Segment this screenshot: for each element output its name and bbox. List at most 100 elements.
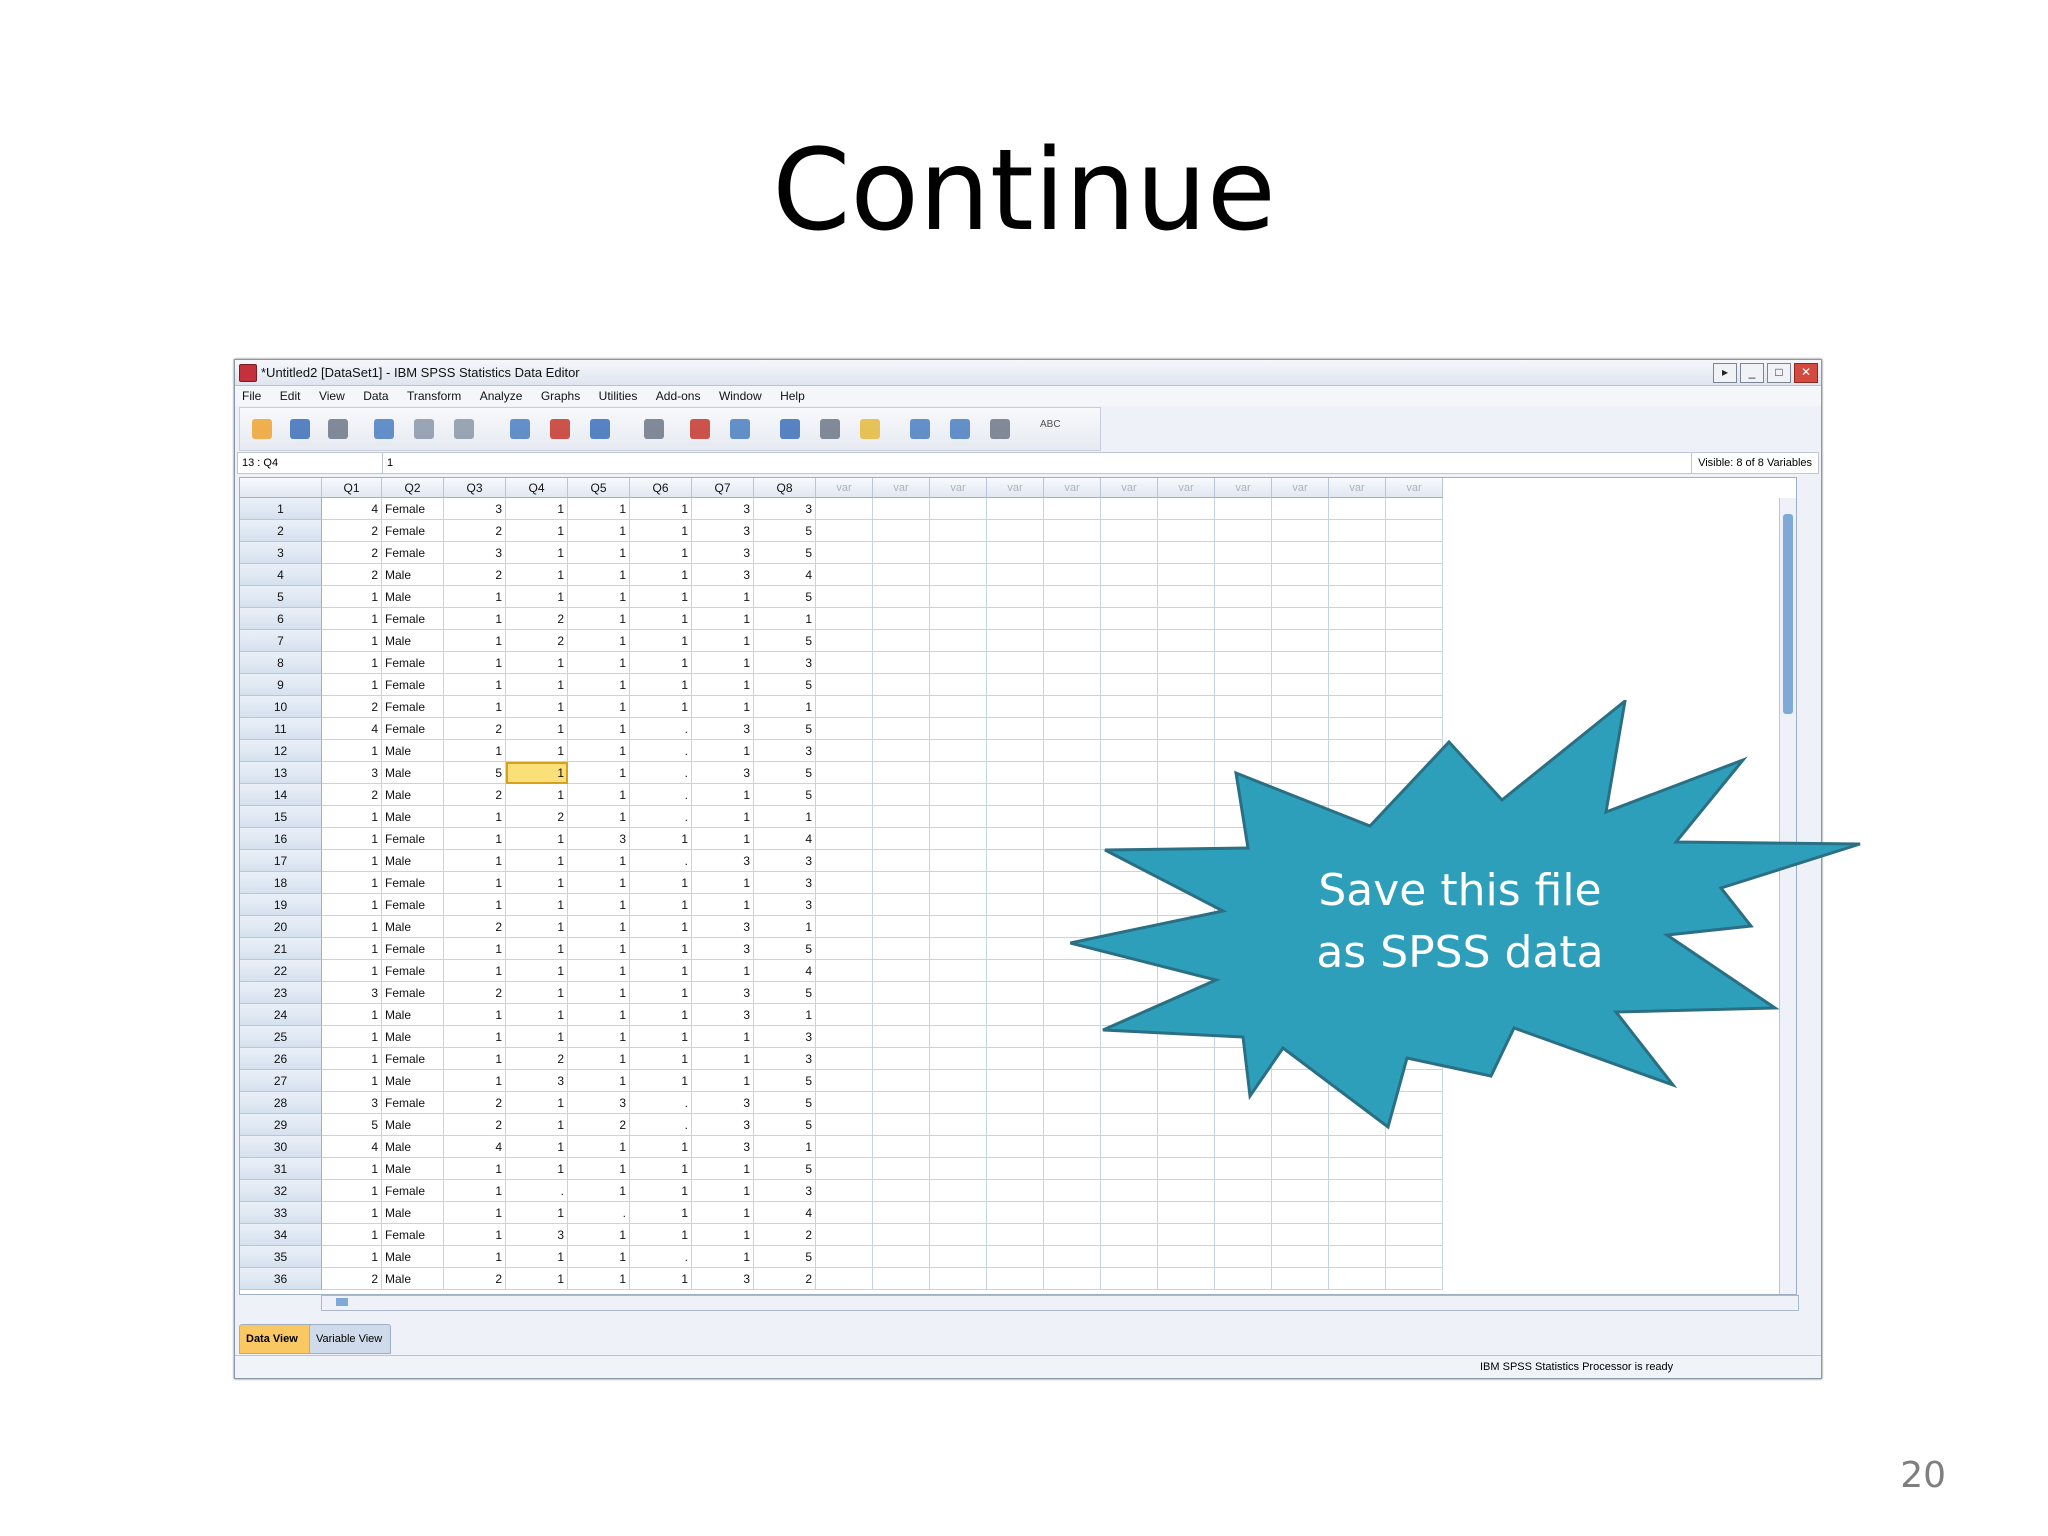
data-cell[interactable]: 1 [568,850,630,872]
data-cell[interactable]: 1 [568,542,630,564]
empty-cell[interactable] [873,1114,930,1136]
data-cell[interactable]: 1 [754,806,816,828]
row-header[interactable]: 9 [240,674,322,696]
empty-cell[interactable] [1272,674,1329,696]
data-cell[interactable]: 1 [506,850,568,872]
row-header[interactable]: 21 [240,938,322,960]
data-cell[interactable]: 1 [506,1268,568,1290]
redo-icon[interactable] [450,416,478,442]
empty-cell[interactable] [930,850,987,872]
data-cell[interactable]: . [630,1114,692,1136]
data-cell[interactable]: Female [382,872,444,894]
data-cell[interactable]: 1 [506,1136,568,1158]
data-cell[interactable]: 1 [444,696,506,718]
column-header-var[interactable]: var [1215,478,1272,498]
empty-cell[interactable] [930,1136,987,1158]
row-header[interactable]: 3 [240,542,322,564]
data-cell[interactable]: 1 [568,806,630,828]
data-cell[interactable]: 1 [630,872,692,894]
data-cell[interactable]: 1 [322,1026,382,1048]
empty-cell[interactable] [1158,1180,1215,1202]
row-header[interactable]: 34 [240,1224,322,1246]
data-cell[interactable]: Male [382,784,444,806]
data-cell[interactable]: 3 [568,1092,630,1114]
empty-cell[interactable] [930,674,987,696]
data-cell[interactable]: 1 [754,696,816,718]
row-header[interactable]: 5 [240,586,322,608]
empty-cell[interactable] [1215,542,1272,564]
data-cell[interactable]: Female [382,982,444,1004]
minimize-button[interactable]: _ [1740,363,1764,383]
empty-cell[interactable] [987,1092,1044,1114]
empty-cell[interactable] [1158,1246,1215,1268]
row-header[interactable]: 33 [240,1202,322,1224]
empty-cell[interactable] [873,762,930,784]
data-cell[interactable]: 5 [754,1246,816,1268]
data-cell[interactable]: 5 [754,982,816,1004]
data-cell[interactable]: 1 [692,960,754,982]
empty-cell[interactable] [930,784,987,806]
data-cell[interactable]: 1 [322,872,382,894]
empty-cell[interactable] [930,1224,987,1246]
empty-cell[interactable] [1386,1202,1443,1224]
data-cell[interactable]: 3 [506,1224,568,1246]
data-cell[interactable]: 1 [444,608,506,630]
empty-cell[interactable] [1044,542,1101,564]
empty-cell[interactable] [987,850,1044,872]
data-cell[interactable]: 1 [444,1246,506,1268]
data-cell[interactable]: 4 [754,828,816,850]
empty-cell[interactable] [1329,1202,1386,1224]
empty-cell[interactable] [930,1026,987,1048]
empty-cell[interactable] [987,828,1044,850]
empty-cell[interactable] [1329,586,1386,608]
undo-icon[interactable] [410,416,438,442]
data-cell[interactable]: 1 [444,586,506,608]
data-cell[interactable]: 3 [754,1048,816,1070]
data-cell[interactable]: Female [382,520,444,542]
data-cell[interactable]: 1 [444,938,506,960]
empty-cell[interactable] [930,630,987,652]
empty-cell[interactable] [987,564,1044,586]
data-cell[interactable]: 1 [692,674,754,696]
menu-data[interactable]: Data [356,386,395,403]
empty-cell[interactable] [987,542,1044,564]
row-header[interactable]: 24 [240,1004,322,1026]
empty-cell[interactable] [816,1004,873,1026]
data-cell[interactable]: 3 [692,938,754,960]
empty-cell[interactable] [1215,1136,1272,1158]
row-header[interactable]: 32 [240,1180,322,1202]
row-header[interactable]: 13 [240,762,322,784]
data-cell[interactable]: 1 [630,960,692,982]
data-cell[interactable]: 1 [630,1136,692,1158]
empty-cell[interactable] [816,1224,873,1246]
data-cell[interactable]: 3 [692,982,754,1004]
empty-cell[interactable] [816,586,873,608]
data-cell[interactable]: 1 [692,1070,754,1092]
empty-cell[interactable] [816,982,873,1004]
data-cell[interactable]: 3 [692,1092,754,1114]
data-cell[interactable]: 1 [630,1048,692,1070]
empty-cell[interactable] [873,1268,930,1290]
row-header[interactable]: 29 [240,1114,322,1136]
data-cell[interactable]: 5 [754,674,816,696]
empty-cell[interactable] [1101,1202,1158,1224]
data-cell[interactable]: Female [382,608,444,630]
empty-cell[interactable] [873,1158,930,1180]
empty-cell[interactable] [1272,608,1329,630]
empty-cell[interactable] [873,718,930,740]
empty-cell[interactable] [1044,1246,1101,1268]
save-icon[interactable] [286,416,314,442]
data-cell[interactable]: 1 [568,762,630,784]
empty-cell[interactable] [1386,1180,1443,1202]
row-header[interactable]: 12 [240,740,322,762]
data-cell[interactable]: 1 [568,1246,630,1268]
row-header[interactable]: 6 [240,608,322,630]
data-cell[interactable]: 1 [506,718,568,740]
empty-cell[interactable] [987,982,1044,1004]
data-cell[interactable]: 1 [630,564,692,586]
empty-cell[interactable] [816,1048,873,1070]
empty-cell[interactable] [987,806,1044,828]
column-header-var[interactable]: var [1329,478,1386,498]
data-cell[interactable]: 1 [568,608,630,630]
empty-cell[interactable] [930,938,987,960]
